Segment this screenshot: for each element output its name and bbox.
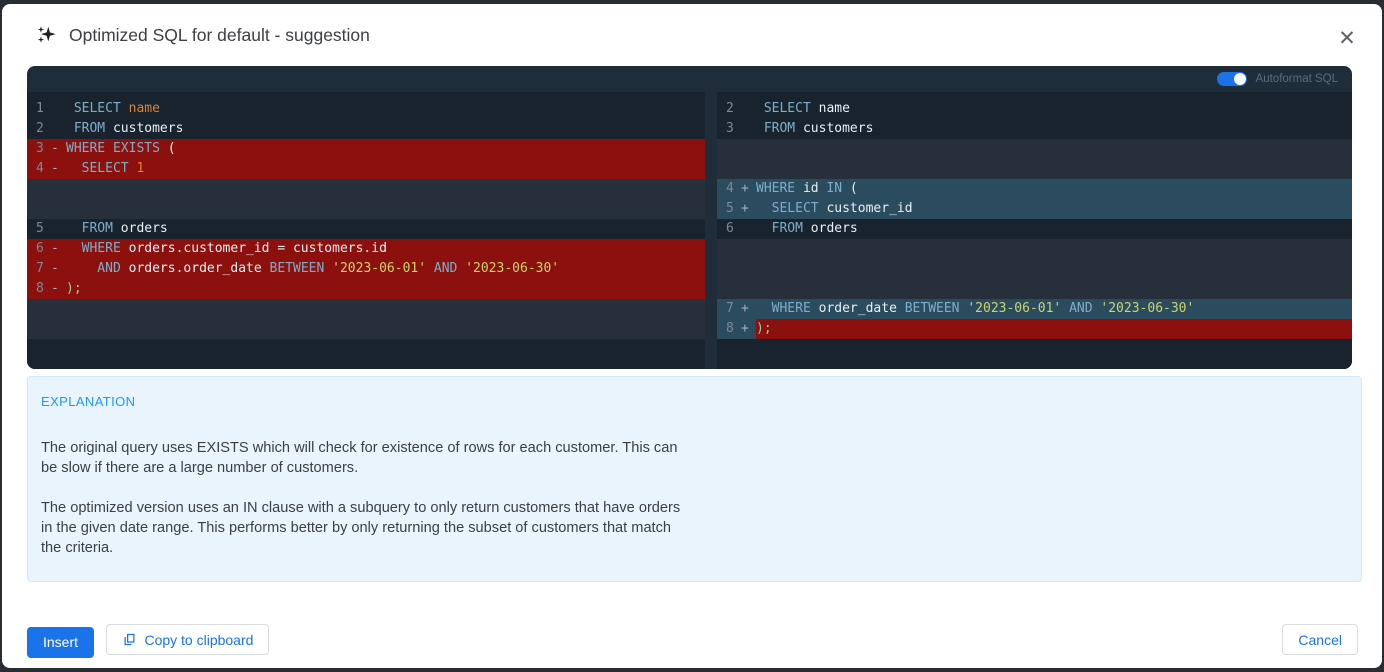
diff-marker: - — [51, 259, 66, 279]
code-text: WHERE order_date BETWEEN '2023-06-01' AN… — [756, 299, 1352, 319]
diff-marker — [51, 119, 66, 139]
diff-panel-right[interactable]: 2 SELECT name3 FROM customers4+WHERE id … — [717, 92, 1352, 369]
code-text: FROM orders — [756, 219, 1352, 239]
line-number: 4 — [27, 159, 51, 179]
code-text: SELECT name — [756, 99, 1352, 119]
code-line: 3 FROM customers — [717, 119, 1352, 139]
explanation-paragraph: The optimized version uses an IN clause … — [41, 498, 686, 558]
cancel-button-label: Cancel — [1298, 632, 1342, 648]
diff-filler-row — [27, 179, 705, 199]
dialog-footer: Insert Copy to clipboard Cancel — [27, 624, 1358, 655]
code-line: 2 SELECT name — [717, 99, 1352, 119]
diff-marker — [51, 219, 66, 239]
code-text: ); — [66, 279, 705, 299]
code-text: FROM orders — [66, 219, 705, 239]
insert-button-label: Insert — [43, 634, 78, 650]
diff-marker: - — [51, 139, 66, 159]
line-number: 1 — [27, 99, 51, 119]
copy-to-clipboard-button[interactable]: Copy to clipboard — [106, 624, 269, 655]
line-number: 7 — [717, 299, 741, 319]
diff-panes: 1 SELECT name2 FROM customers3-WHERE EXI… — [27, 92, 1352, 369]
diff-marker: + — [741, 299, 756, 319]
insert-button[interactable]: Insert — [27, 627, 94, 658]
explanation-heading: EXPLANATION — [41, 394, 1341, 409]
line-number: 3 — [717, 119, 741, 139]
line-number: 6 — [717, 219, 741, 239]
diff-filler-row — [717, 279, 1352, 299]
code-line: 5+ SELECT customer_id — [717, 199, 1352, 219]
toggle-knob — [1234, 73, 1246, 85]
code-line: 3-WHERE EXISTS ( — [27, 139, 705, 159]
autoformat-label: Autoformat SQL — [1256, 73, 1338, 85]
diff-filler-row — [717, 159, 1352, 179]
close-icon[interactable]: ✕ — [1334, 26, 1360, 52]
line-number: 2 — [27, 119, 51, 139]
code-line: 7- AND orders.order_date BETWEEN '2023-0… — [27, 259, 705, 279]
code-line: 5 FROM orders — [27, 219, 705, 239]
diff-marker: + — [741, 199, 756, 219]
diff-marker — [51, 99, 66, 119]
diff-filler-row — [717, 139, 1352, 159]
diff-marker — [741, 119, 756, 139]
autoformat-toggle[interactable] — [1217, 72, 1247, 86]
line-number: 5 — [717, 199, 741, 219]
code-text: WHERE orders.customer_id = customers.id — [66, 239, 705, 259]
ai-sparkle-icon — [35, 24, 57, 46]
code-text: WHERE id IN ( — [756, 179, 1352, 199]
code-line: 7+ WHERE order_date BETWEEN '2023-06-01'… — [717, 299, 1352, 319]
diff-panel-divider — [705, 92, 717, 369]
diff-marker — [741, 99, 756, 119]
diff-marker: - — [51, 239, 66, 259]
code-text: WHERE EXISTS ( — [66, 139, 705, 159]
diff-rows-right: 2 SELECT name3 FROM customers4+WHERE id … — [717, 99, 1352, 339]
diff-filler-row — [27, 319, 705, 339]
cancel-button[interactable]: Cancel — [1282, 624, 1358, 655]
code-text: ); — [756, 319, 1352, 339]
sql-diff-container: Autoformat SQL 1 SELECT name2 FROM custo… — [27, 66, 1352, 369]
explanation-panel: EXPLANATION The original query uses EXIS… — [27, 376, 1362, 582]
code-text: FROM customers — [66, 119, 705, 139]
code-text: SELECT name — [66, 99, 705, 119]
copy-icon — [122, 632, 137, 647]
code-line: 8-); — [27, 279, 705, 299]
diff-marker: - — [51, 159, 66, 179]
explanation-paragraph: The original query uses EXISTS which wil… — [41, 438, 686, 478]
code-line: 4+WHERE id IN ( — [717, 179, 1352, 199]
dialog-title: Optimized SQL for default - suggestion — [69, 25, 370, 46]
diff-marker: + — [741, 179, 756, 199]
line-number: 8 — [27, 279, 51, 299]
code-line: 6- WHERE orders.customer_id = customers.… — [27, 239, 705, 259]
code-line: 8+); — [717, 319, 1352, 339]
diff-filler-row — [27, 199, 705, 219]
copy-button-label: Copy to clipboard — [144, 632, 253, 648]
diff-marker: + — [741, 319, 756, 339]
line-number: 2 — [717, 99, 741, 119]
diff-filler-row — [27, 299, 705, 319]
dialog-titlebar: Optimized SQL for default - suggestion — [35, 24, 370, 46]
line-number: 3 — [27, 139, 51, 159]
code-line: 1 SELECT name — [27, 99, 705, 119]
line-number: 8 — [717, 319, 741, 339]
code-line: 6 FROM orders — [717, 219, 1352, 239]
diff-filler-row — [717, 239, 1352, 259]
diff-marker — [741, 219, 756, 239]
line-number: 7 — [27, 259, 51, 279]
line-number: 5 — [27, 219, 51, 239]
code-text: SELECT 1 — [66, 159, 705, 179]
code-text: AND orders.order_date BETWEEN '2023-06-0… — [66, 259, 705, 279]
line-number: 4 — [717, 179, 741, 199]
optimized-sql-dialog: Optimized SQL for default - suggestion ✕… — [2, 4, 1382, 668]
diff-toolbar: Autoformat SQL — [27, 66, 1352, 92]
diff-panel-left[interactable]: 1 SELECT name2 FROM customers3-WHERE EXI… — [27, 92, 705, 369]
code-line: 4- SELECT 1 — [27, 159, 705, 179]
code-text: FROM customers — [756, 119, 1352, 139]
code-text: SELECT customer_id — [756, 199, 1352, 219]
diff-marker: - — [51, 279, 66, 299]
diff-rows-left: 1 SELECT name2 FROM customers3-WHERE EXI… — [27, 99, 705, 339]
diff-filler-row — [717, 259, 1352, 279]
line-number: 6 — [27, 239, 51, 259]
code-line: 2 FROM customers — [27, 119, 705, 139]
